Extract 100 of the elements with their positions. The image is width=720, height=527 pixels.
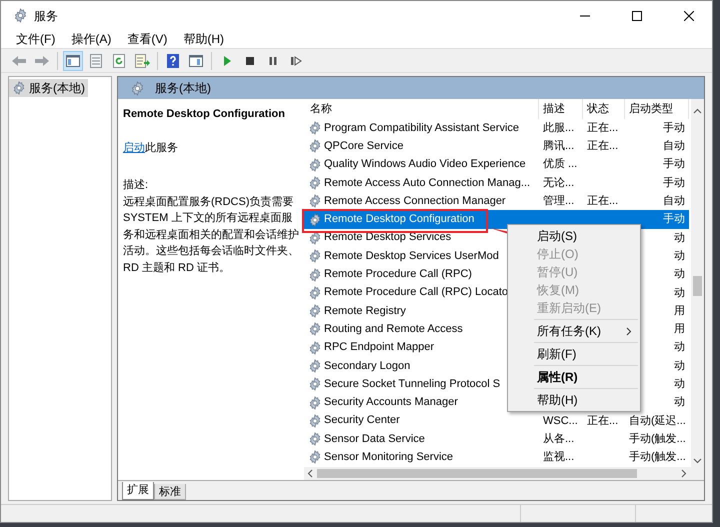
service-icon bbox=[308, 230, 322, 245]
startup-type-cell-text: 用 bbox=[674, 304, 685, 319]
service-icon bbox=[308, 414, 322, 428]
list-icon bbox=[88, 52, 104, 68]
link-suffix: 此服务 bbox=[145, 142, 178, 154]
service-icon bbox=[308, 340, 322, 355]
help-icon bbox=[165, 52, 181, 68]
service-icon bbox=[308, 396, 322, 410]
scroll-up-icon[interactable] bbox=[693, 107, 702, 116]
startup-type-cell-text: 手动 bbox=[663, 157, 685, 172]
service-icon bbox=[308, 359, 322, 373]
startup-type-cell-text: 手动 bbox=[663, 212, 685, 228]
scroll-thumb[interactable] bbox=[693, 276, 702, 296]
description-cell: WSC... bbox=[543, 414, 578, 427]
startup-type-cell-text: 手动 bbox=[663, 176, 685, 191]
description-cell: 管理... bbox=[543, 195, 574, 208]
service-name: Security Center bbox=[324, 415, 400, 426]
description-cell: 腾讯... bbox=[543, 140, 574, 152]
menu-item[interactable]: 帮助(H) bbox=[176, 30, 231, 48]
menu-item[interactable]: 查看(V) bbox=[120, 30, 174, 48]
context-menu-item[interactable]: 帮助(H) bbox=[508, 391, 640, 409]
service-icon bbox=[308, 121, 322, 136]
status-cell: 正在... bbox=[587, 140, 618, 152]
service-icon bbox=[308, 176, 322, 190]
column-header[interactable]: 状态 bbox=[583, 99, 625, 119]
service-icon bbox=[308, 322, 322, 336]
column-header[interactable]: 描述 bbox=[539, 99, 583, 119]
service-name: Routing and Remote Access bbox=[324, 324, 463, 335]
status-cell: 正在... bbox=[587, 195, 618, 208]
horizontal-scrollbar[interactable] bbox=[304, 467, 704, 480]
column-header[interactable]: 启动类型 bbox=[625, 99, 689, 119]
service-name: Remote Desktop Configuration bbox=[324, 214, 474, 226]
description-cell: 优质 ... bbox=[543, 158, 578, 170]
context-menu-item[interactable]: 属性(R) bbox=[508, 368, 640, 386]
tree-item[interactable]: 服务(本地) bbox=[9, 79, 88, 97]
scroll-thumb[interactable] bbox=[317, 469, 637, 478]
service-name: Remote Procedure Call (RPC) bbox=[324, 269, 472, 280]
scroll-left-icon[interactable] bbox=[306, 469, 315, 478]
service-icon bbox=[308, 377, 322, 392]
description-cell: 监视... bbox=[543, 451, 574, 464]
description-text: 远程桌面配置服务(RDCS)负责需要 SYSTEM 上下文的所有远程桌面服务和远程桌面相关的配置和会话维护活动。这些包括每会话临时文件夹、RD 主题和 RD 证书。 bbox=[123, 194, 299, 276]
service-name: Remote Access Connection Manager bbox=[324, 196, 506, 207]
startup-type-cell-text: 自动 bbox=[663, 194, 685, 210]
service-title: Remote Desktop Configuration bbox=[123, 107, 286, 122]
menu-item[interactable]: 文件(F) bbox=[9, 30, 62, 48]
service-icon bbox=[308, 304, 322, 318]
service-icon bbox=[308, 212, 322, 227]
gear-icon bbox=[12, 81, 26, 95]
pane-title: 服务(本地) bbox=[155, 80, 211, 97]
status-cell: 正在... bbox=[587, 122, 618, 134]
context-menu-item[interactable]: 所有任务(K) bbox=[508, 322, 640, 340]
gear-icon bbox=[130, 80, 145, 96]
service-icon bbox=[308, 268, 322, 282]
service-icon bbox=[308, 286, 322, 300]
menu-item[interactable]: 操作(A) bbox=[64, 30, 118, 48]
startup-type-cell-text: 自动 bbox=[663, 139, 685, 154]
scroll-right-icon[interactable] bbox=[679, 469, 688, 478]
pane-icon bbox=[65, 52, 81, 68]
startup-type-cell-text: 动 bbox=[674, 340, 685, 356]
app-icon bbox=[13, 8, 28, 23]
service-name: Security Accounts Manager bbox=[324, 397, 458, 408]
service-name: Remote Access Auto Connection Manag... bbox=[324, 178, 530, 189]
service-name: Sensor Data Service bbox=[324, 434, 425, 445]
startup-type-cell-text: 手动(触发... bbox=[629, 450, 685, 466]
startup-type-cell-text: 动 bbox=[674, 286, 685, 301]
status-cell: 正在... bbox=[587, 414, 618, 427]
window-icon bbox=[188, 52, 204, 68]
description-cell: 此服... bbox=[543, 122, 574, 134]
scroll-down-icon[interactable] bbox=[693, 456, 702, 465]
startup-type-cell-text: 动 bbox=[674, 395, 685, 410]
service-name: Secondary Logon bbox=[324, 360, 410, 372]
startup-type-cell-text: 动 bbox=[674, 358, 685, 374]
view-tab[interactable]: 扩展 bbox=[122, 482, 154, 500]
view-tab[interactable]: 标准 bbox=[154, 484, 186, 500]
service-icon bbox=[308, 158, 322, 172]
column-header[interactable]: 名称 bbox=[304, 99, 539, 119]
service-name: Remote Registry bbox=[324, 306, 406, 317]
context-menu-item[interactable]: 刷新(F) bbox=[508, 345, 640, 363]
startup-type-cell-text: 动 bbox=[674, 248, 685, 264]
tree-toolbar-button[interactable] bbox=[63, 50, 83, 70]
vertical-scrollbar[interactable] bbox=[691, 99, 704, 467]
start-link[interactable]: 启动 bbox=[123, 142, 145, 154]
startup-type-cell-text: 自动(延迟... bbox=[629, 414, 685, 429]
service-name: Remote Procedure Call (RPC) Locato bbox=[324, 287, 508, 298]
service-name: Remote Desktop Services UserMod bbox=[324, 250, 499, 262]
startup-type-cell-text: 动 bbox=[674, 230, 685, 246]
startup-type-cell-text: 手动 bbox=[663, 120, 685, 136]
startup-type-cell-text: 动 bbox=[674, 377, 685, 392]
startup-type-cell-text: 动 bbox=[674, 267, 685, 282]
service-icon bbox=[308, 249, 322, 264]
close-icon bbox=[684, 10, 694, 20]
service-name: Quality Windows Audio Video Experience bbox=[324, 159, 526, 170]
window-title: 服务 bbox=[34, 8, 58, 24]
service-name: RPC Endpoint Mapper bbox=[324, 342, 434, 354]
description-label: 描述: bbox=[123, 178, 150, 193]
service-name: Remote Desktop Services bbox=[324, 232, 452, 244]
maximize-icon bbox=[632, 10, 642, 20]
service-icon bbox=[308, 450, 322, 464]
startup-type-cell-text: 手动(触发... bbox=[629, 432, 685, 447]
service-name: QPCore Service bbox=[324, 140, 404, 152]
